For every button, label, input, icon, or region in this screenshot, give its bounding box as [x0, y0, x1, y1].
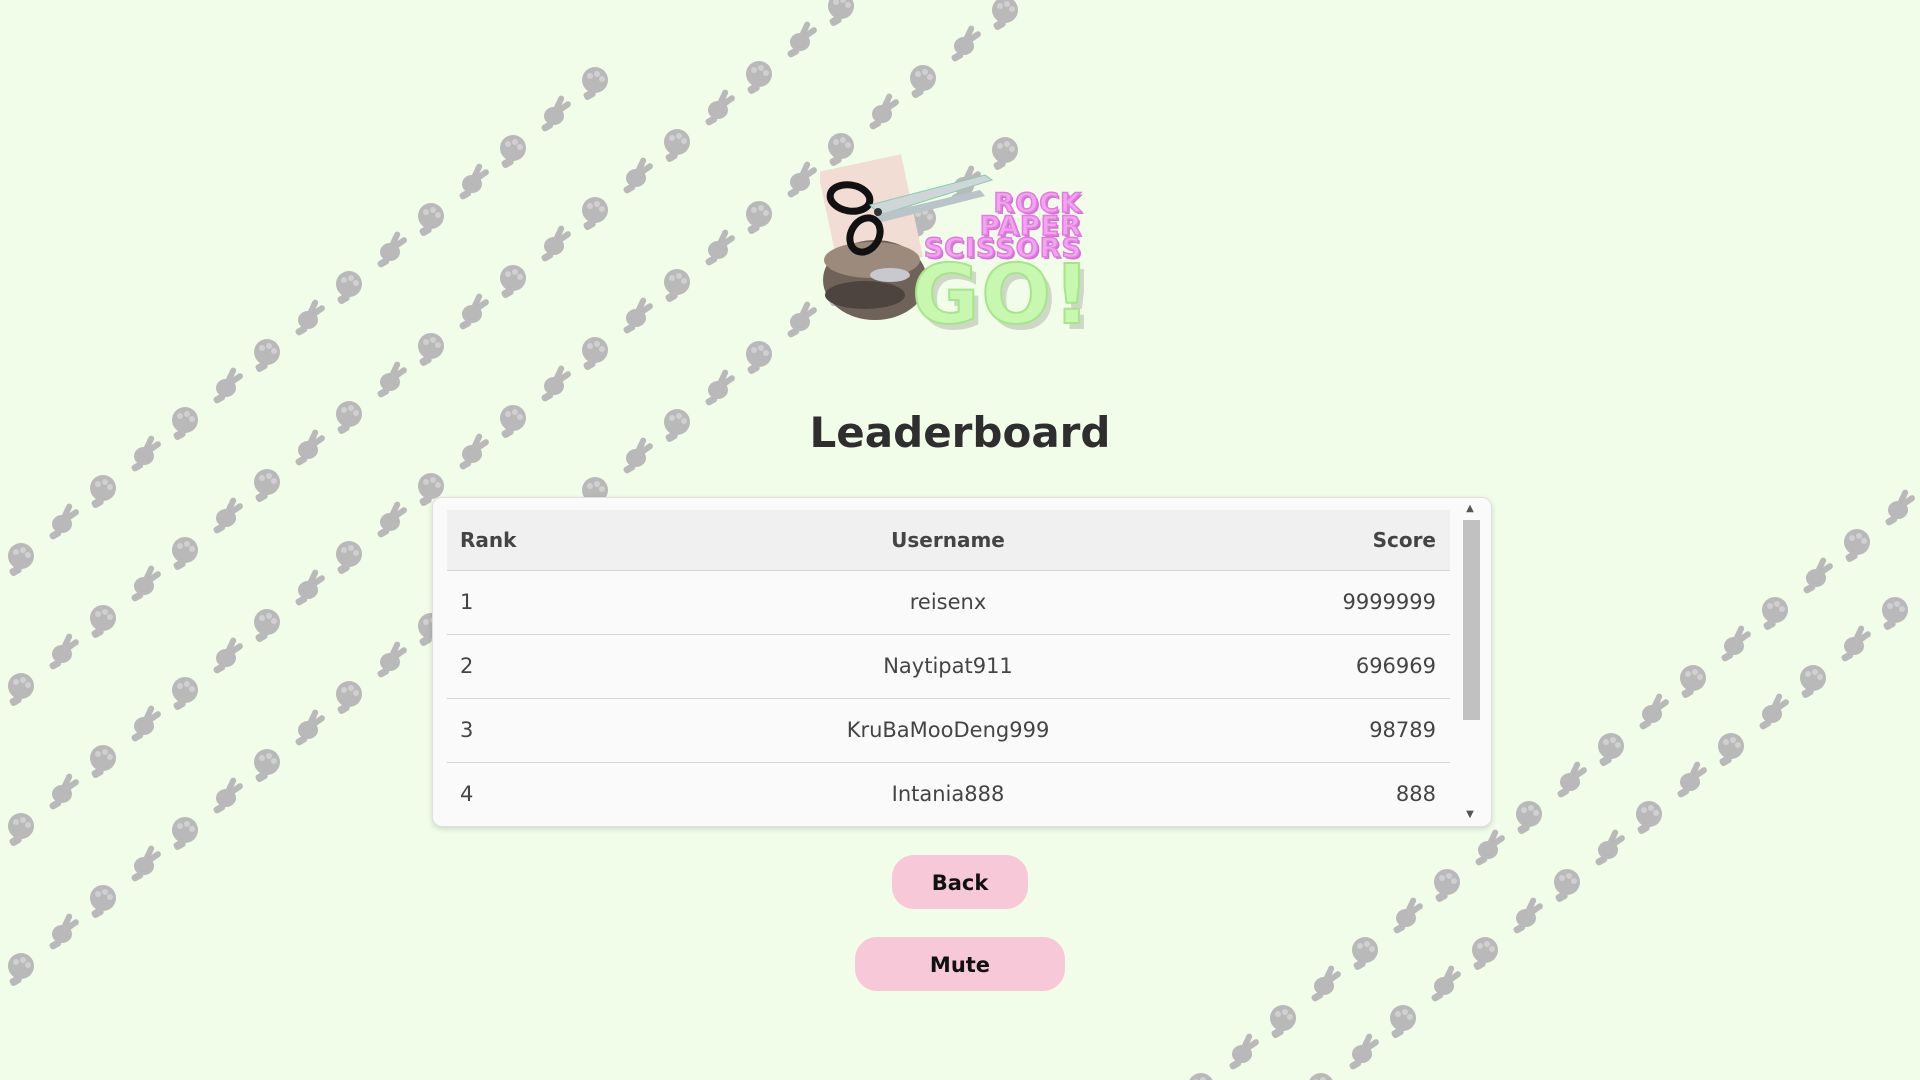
scroll-up-arrow-icon[interactable]: ▲ [1461, 502, 1479, 516]
table-header-row: Rank Username Score [447, 510, 1450, 571]
row-score: 888 [1235, 762, 1450, 826]
table-row: 4 Intania888 888 [447, 762, 1450, 826]
row-rank: 3 [447, 698, 661, 763]
row-username: KruBaMooDeng999 [661, 698, 1235, 763]
row-rank: 4 [447, 762, 661, 826]
table-row: 2 Naytipat911 696969 [447, 634, 1450, 699]
scrollbar-thumb[interactable] [1463, 520, 1480, 720]
row-username: reisenx [661, 570, 1235, 635]
header-rank: Rank [447, 510, 661, 571]
leaderboard-scrollbar[interactable]: ▲ ▼ [1461, 502, 1480, 822]
row-score: 98789 [1235, 698, 1450, 763]
row-score: 9999999 [1235, 570, 1450, 635]
leaderboard-scroll-area[interactable]: Rank Username Score 1 reisenx 9999999 2 … [447, 510, 1450, 826]
scroll-down-arrow-icon[interactable]: ▼ [1461, 808, 1479, 822]
header-username: Username [661, 510, 1235, 571]
table-row: 3 KruBaMooDeng999 98789 [447, 698, 1450, 763]
row-rank: 2 [447, 634, 661, 699]
leaderboard-table: Rank Username Score 1 reisenx 9999999 2 … [447, 510, 1450, 826]
table-row: 1 reisenx 9999999 [447, 570, 1450, 635]
logo-go-text: GO! [911, 248, 1093, 343]
back-button[interactable]: Back [892, 855, 1028, 909]
page-title: Leaderboard [809, 408, 1111, 457]
header-score: Score [1235, 510, 1450, 571]
row-username: Intania888 [661, 762, 1235, 826]
row-username: Naytipat911 [661, 634, 1235, 699]
row-score: 696969 [1235, 634, 1450, 699]
row-rank: 1 [447, 570, 661, 635]
leaderboard-panel: Rank Username Score 1 reisenx 9999999 2 … [432, 497, 1492, 827]
game-logo: ROCK PAPER SCISSORS GO! [820, 150, 1093, 343]
mute-button[interactable]: Mute [855, 937, 1065, 991]
